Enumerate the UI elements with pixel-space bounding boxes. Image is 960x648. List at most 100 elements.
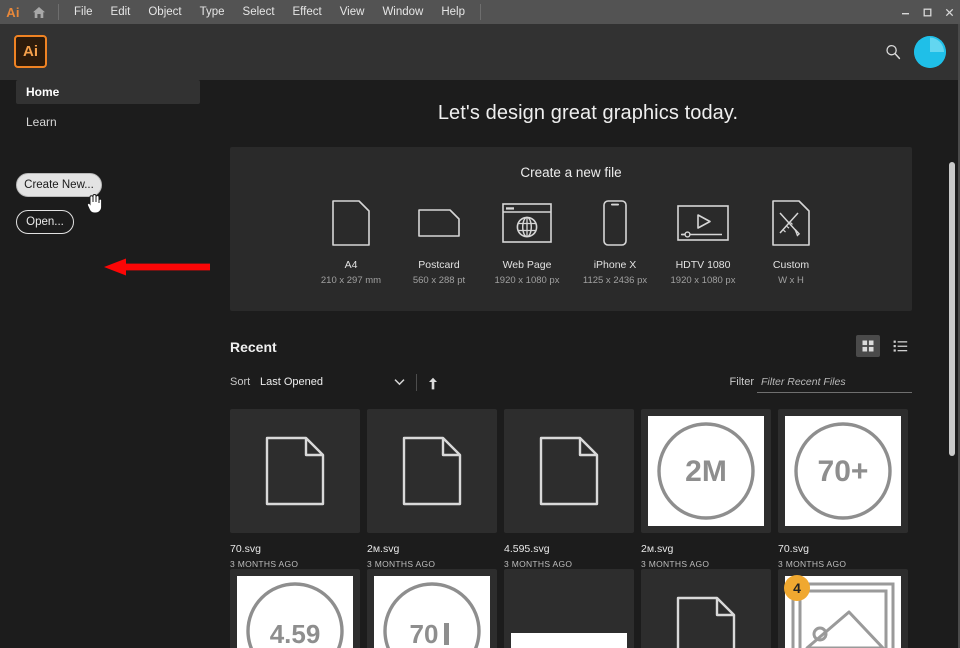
list-view-icon[interactable]	[888, 335, 912, 357]
close-icon[interactable]	[938, 0, 960, 24]
preset-postcard[interactable]: Postcard 560 x 288 pt	[395, 198, 483, 286]
file-card[interactable]: 4.595.svg 3 MONTHS AGO	[504, 409, 641, 569]
file-thumbnail-artwork: 4.59	[237, 576, 353, 648]
recent-header: Recent	[230, 339, 912, 361]
sort-label: Sort	[230, 376, 250, 388]
home-icon[interactable]	[26, 0, 52, 24]
menu-item-file[interactable]: File	[65, 0, 102, 24]
svg-text:70+: 70+	[818, 455, 869, 488]
minimize-glyph	[900, 7, 911, 18]
menu-item-object[interactable]: Object	[139, 0, 190, 24]
illustrator-logo: Ai	[14, 35, 47, 68]
main-content: Let's design great graphics today. Creat…	[216, 80, 960, 648]
preset-custom[interactable]: Custom W x H	[747, 198, 835, 286]
preset-a4-name: A4	[345, 259, 358, 271]
svg-text:4.59: 4.59	[270, 619, 321, 648]
menubar-divider-right	[480, 4, 481, 20]
file-card[interactable]	[641, 569, 778, 648]
blank-document-icon	[675, 595, 737, 648]
sidebar-item-home[interactable]: Home	[16, 80, 200, 104]
document-page-glyph	[331, 199, 371, 247]
open-button[interactable]: Open...	[16, 210, 74, 234]
preset-web-page-dims: 1920 x 1080 px	[495, 275, 560, 286]
file-date: 3 MONTHS AGO	[367, 559, 504, 569]
postcard-glyph	[417, 208, 461, 238]
preset-web-page-name: Web Page	[503, 259, 552, 271]
file-thumbnail-artwork: 70	[374, 576, 490, 648]
file-thumbnail	[367, 409, 497, 533]
preset-a4[interactable]: A4 210 x 297 mm	[307, 198, 395, 286]
chevron-down-icon[interactable]	[394, 378, 405, 386]
menu-item-window[interactable]: Window	[373, 0, 432, 24]
preset-iphone-x-name: iPhone X	[594, 259, 637, 271]
menu-item-type[interactable]: Type	[191, 0, 234, 24]
file-card[interactable]: 70+ 70.svg 3 MONTHS AGO	[778, 409, 915, 569]
file-card[interactable]: 2M 2м.svg 3 MONTHS AGO	[641, 409, 778, 569]
video-play-glyph	[676, 204, 730, 242]
preset-list: A4 210 x 297 mm Postcard 560 x 288 pt	[230, 198, 912, 286]
file-thumbnail-artwork: 2M	[648, 416, 764, 526]
search-glyph	[884, 43, 902, 61]
file-card[interactable]: 4	[778, 569, 915, 648]
file-date: 3 MONTHS AGO	[230, 559, 367, 569]
home-glyph	[32, 6, 46, 19]
preset-iphone-x[interactable]: iPhone X 1125 x 2436 px	[571, 198, 659, 286]
menu-item-select[interactable]: Select	[234, 0, 284, 24]
recent-files-grid: 70.svg 3 MONTHS AGO 2м.svg 3 MONTHS AGO	[230, 409, 930, 648]
arrow-up-icon[interactable]	[428, 377, 438, 390]
recent-title: Recent	[230, 339, 912, 355]
avatar-glyph	[914, 36, 946, 68]
file-thumbnail	[641, 569, 771, 648]
sidebar-item-learn-label: Learn	[26, 115, 57, 129]
blank-document-icon	[401, 435, 463, 507]
cursor-hand-icon	[86, 192, 104, 214]
page-title: Let's design great graphics today.	[216, 102, 960, 125]
recent-controls: Sort Last Opened Filter	[230, 373, 912, 395]
grid-view-icon[interactable]	[856, 335, 880, 357]
file-thumbnail: 70	[367, 569, 497, 648]
menu-item-view[interactable]: View	[331, 0, 374, 24]
file-card[interactable]: 50%	[504, 569, 641, 648]
controls-divider	[416, 374, 417, 391]
annotation-arrow	[104, 258, 210, 276]
menu-item-edit[interactable]: Edit	[102, 0, 140, 24]
file-thumbnail: 50%	[504, 569, 634, 648]
file-thumbnail-artwork: 70+	[785, 416, 901, 526]
create-new-file-panel: Create a new file A4 210 x 297 mm	[230, 147, 912, 311]
file-card[interactable]: 2м.svg 3 MONTHS AGO	[367, 409, 504, 569]
app-header: Ai	[0, 24, 960, 80]
file-card[interactable]: 4.59	[230, 569, 367, 648]
file-card[interactable]: 70	[367, 569, 504, 648]
file-thumbnail-artwork: 50%	[511, 633, 627, 648]
phone-glyph	[602, 199, 628, 247]
maximize-icon[interactable]	[916, 0, 938, 24]
file-card[interactable]: 70.svg 3 MONTHS AGO	[230, 409, 367, 569]
app-icon-mini: Ai	[0, 0, 26, 24]
file-date: 3 MONTHS AGO	[778, 559, 915, 569]
sort-dropdown[interactable]: Last Opened	[260, 376, 323, 388]
circle-partial-icon: 4.59	[241, 579, 349, 648]
sidebar-item-learn[interactable]: Learn	[16, 110, 200, 134]
preset-a4-dims: 210 x 297 mm	[321, 275, 381, 286]
preset-postcard-dims: 560 x 288 pt	[413, 275, 465, 286]
menu-item-effect[interactable]: Effect	[284, 0, 331, 24]
create-new-file-title: Create a new file	[230, 147, 912, 180]
menu-item-help[interactable]: Help	[432, 0, 474, 24]
preset-web-page[interactable]: Web Page 1920 x 1080 px	[483, 198, 571, 286]
file-name: 70.svg	[230, 543, 367, 555]
car-50-percent-icon: 50%	[514, 641, 624, 648]
filter-input[interactable]	[757, 373, 912, 393]
minimize-icon[interactable]	[894, 0, 916, 24]
avatar[interactable]	[914, 36, 946, 68]
sidebar-item-home-label: Home	[26, 85, 59, 99]
custom-ruler-pencil-glyph	[771, 199, 811, 247]
preset-iphone-x-dims: 1125 x 2436 px	[583, 275, 647, 286]
preset-hdtv-1080[interactable]: HDTV 1080 1920 x 1080 px	[659, 198, 747, 286]
filter-label: Filter	[730, 376, 754, 388]
search-icon[interactable]	[881, 40, 905, 64]
menu-bar: Ai File Edit Object Type Select Effect V…	[0, 0, 960, 24]
menubar-divider-left	[58, 4, 59, 20]
preset-custom-dims: W x H	[778, 275, 804, 286]
scrollbar-thumb[interactable]	[949, 162, 955, 456]
file-thumbnail: 2M	[641, 409, 771, 533]
